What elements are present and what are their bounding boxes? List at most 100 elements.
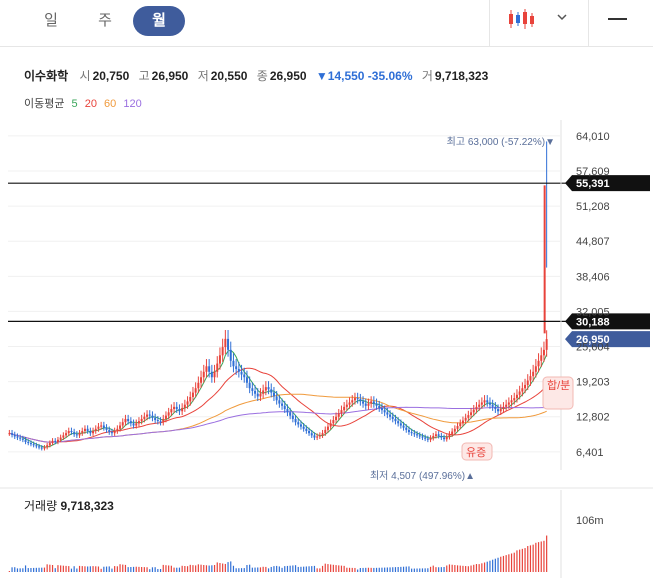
volume-bar bbox=[470, 565, 472, 572]
volume-bar bbox=[370, 567, 372, 572]
candle-body bbox=[256, 393, 259, 397]
volume-bar bbox=[519, 549, 521, 572]
volume-bar bbox=[394, 567, 397, 572]
volume-bar bbox=[400, 566, 402, 572]
volume-bar bbox=[89, 566, 91, 572]
candle-body bbox=[143, 416, 146, 419]
candle-body bbox=[110, 432, 113, 434]
volume-bar bbox=[527, 546, 529, 572]
candle-body bbox=[529, 376, 532, 381]
volume-bar bbox=[440, 567, 442, 572]
volume-bar bbox=[33, 567, 35, 572]
candle-body bbox=[8, 433, 11, 435]
volume-bar bbox=[494, 558, 496, 572]
volume-bar bbox=[489, 560, 491, 572]
candle-body bbox=[380, 407, 383, 411]
candle-body bbox=[127, 418, 130, 422]
candle-body bbox=[448, 434, 451, 438]
candle-body bbox=[154, 417, 157, 421]
price-chart[interactable]: 55,39130,18826,950 6,40112,80219,20325,6… bbox=[0, 0, 653, 578]
candle-body bbox=[270, 389, 273, 393]
volume-bar bbox=[465, 566, 467, 572]
candle-body bbox=[526, 380, 529, 385]
candle-body bbox=[316, 436, 319, 438]
volume-bar bbox=[327, 564, 329, 572]
volume-bar bbox=[186, 566, 189, 572]
volume-bar bbox=[146, 567, 148, 572]
volume-bar bbox=[389, 567, 391, 572]
volume-bar bbox=[324, 563, 326, 572]
candle-body bbox=[11, 433, 14, 435]
candle-body bbox=[216, 363, 219, 372]
candle-body bbox=[278, 400, 281, 404]
volume-bar bbox=[259, 567, 262, 572]
volume-bar bbox=[421, 568, 424, 572]
volume-bar bbox=[416, 568, 418, 572]
volume-bar bbox=[402, 566, 405, 572]
candle-body bbox=[232, 360, 235, 367]
candle-body bbox=[237, 369, 240, 372]
volume-panel-label: 거래량 9,718,323 bbox=[24, 497, 114, 514]
candle-body bbox=[108, 429, 111, 433]
candle-body bbox=[308, 431, 311, 434]
volume-bar bbox=[354, 567, 356, 572]
volume-bar bbox=[373, 567, 375, 572]
volume-bar bbox=[38, 567, 40, 572]
volume-bar bbox=[62, 565, 64, 572]
volume-bar bbox=[19, 568, 21, 572]
volume-bar bbox=[289, 565, 291, 572]
volume-bar bbox=[500, 556, 502, 572]
volume-bar bbox=[454, 565, 456, 572]
candle-body bbox=[183, 404, 186, 408]
volume-bar bbox=[267, 568, 270, 572]
candle-body bbox=[189, 397, 192, 402]
volume-bar bbox=[157, 569, 159, 572]
volume-bar bbox=[386, 567, 388, 572]
candle-body bbox=[472, 409, 475, 413]
candle-body bbox=[119, 425, 122, 429]
volume-bar bbox=[65, 565, 67, 572]
volume-panel-title: 거래량 bbox=[24, 499, 58, 513]
volume-bar bbox=[381, 567, 383, 572]
volume-bar bbox=[346, 567, 348, 572]
candle-body bbox=[534, 366, 537, 372]
volume-bar bbox=[308, 566, 310, 572]
candle-body bbox=[378, 405, 381, 408]
candle-body bbox=[48, 443, 51, 446]
volume-bar bbox=[340, 565, 343, 572]
volume-bar bbox=[362, 567, 364, 572]
volume-bar bbox=[92, 566, 94, 572]
volume-bar bbox=[305, 566, 307, 572]
candle-body bbox=[434, 434, 437, 436]
candle-body bbox=[248, 382, 251, 389]
candle-body bbox=[461, 420, 464, 424]
volume-bar bbox=[546, 535, 548, 572]
candle-body bbox=[200, 377, 203, 383]
candle-body bbox=[281, 403, 284, 406]
candle-body bbox=[510, 400, 513, 403]
candle-body bbox=[391, 416, 394, 419]
volume-bar bbox=[529, 545, 532, 572]
candle-body bbox=[38, 446, 41, 448]
candle-body bbox=[62, 435, 65, 438]
volume-bar bbox=[46, 564, 48, 572]
volume-bar bbox=[419, 568, 421, 572]
volume-bar bbox=[432, 565, 434, 572]
candle-body bbox=[443, 437, 446, 440]
volume-bar bbox=[540, 541, 542, 572]
volume-bar bbox=[338, 565, 340, 572]
candle-body bbox=[537, 360, 540, 367]
candle-body bbox=[89, 431, 92, 434]
candle-body bbox=[56, 439, 59, 442]
candle-body bbox=[51, 440, 54, 444]
candle-body bbox=[75, 434, 78, 436]
volume-bar bbox=[443, 567, 445, 572]
candle-body bbox=[21, 438, 24, 440]
volume-bar bbox=[122, 564, 124, 572]
candle-body bbox=[499, 409, 502, 412]
volume-bar bbox=[189, 564, 191, 572]
candle-body bbox=[40, 447, 43, 449]
volume-bar bbox=[413, 568, 415, 572]
candle-body bbox=[227, 338, 230, 350]
candle-body bbox=[418, 435, 421, 437]
